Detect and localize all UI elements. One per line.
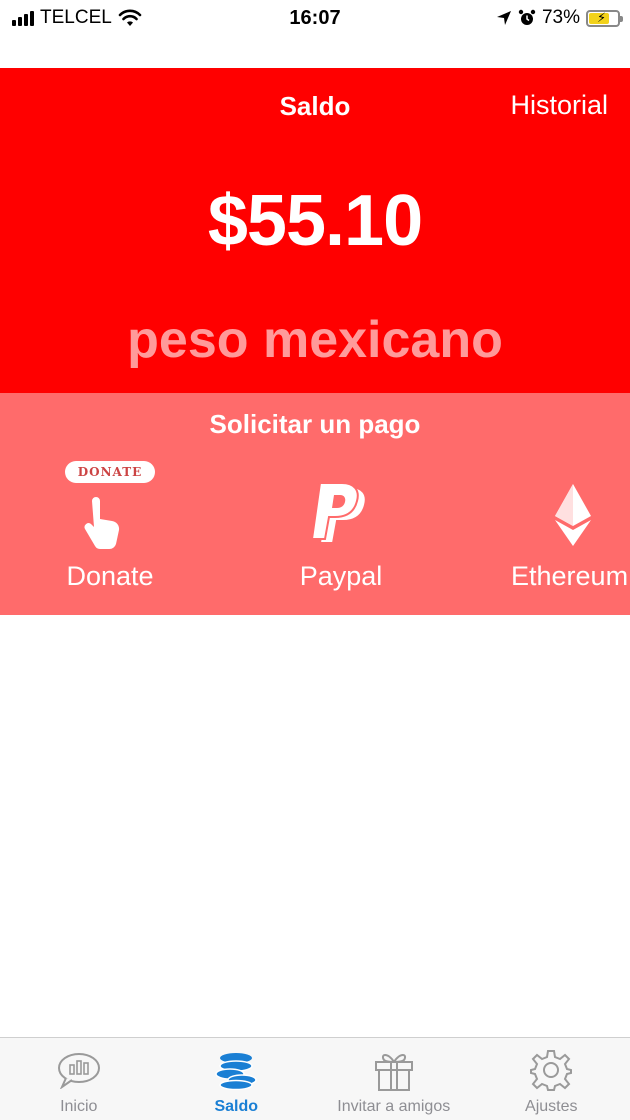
battery-icon: ⚡ <box>586 9 623 27</box>
tab-saldo-label: Saldo <box>214 1098 259 1115</box>
balance-amount: $55.10 <box>207 181 423 261</box>
status-bar: TELCEL 16:07 73% ⚡ <box>0 0 630 36</box>
balance-panel: Saldo Historial $55.10 peso mexicano <box>0 68 630 393</box>
coins-icon <box>213 1048 259 1092</box>
tab-invitar-a-amigos[interactable]: Invitar a amigos <box>315 1038 473 1120</box>
tab-inicio-label: Inicio <box>60 1098 98 1115</box>
history-button[interactable]: Historial <box>510 90 608 121</box>
tab-bar: Inicio Saldo Invitar a amigos Ajustes <box>0 1037 630 1120</box>
tab-ajustes-label: Ajustes <box>525 1098 578 1115</box>
donate-label: Donate <box>66 561 154 591</box>
chart-bubble-icon <box>56 1048 102 1092</box>
paypal-label: Paypal <box>299 561 383 591</box>
location-arrow-icon <box>496 11 511 25</box>
tab-inicio[interactable]: Inicio <box>0 1038 158 1120</box>
ethereum-icon <box>511 479 630 551</box>
ethereum-label: Ethereum <box>511 561 629 591</box>
alarm-icon <box>518 9 536 25</box>
request-payment-panel: Solicitar un pago DONATE Donate Paypal E… <box>0 393 630 615</box>
gear-icon <box>529 1048 573 1092</box>
paypal-method-button[interactable]: Paypal <box>251 479 431 592</box>
paypal-icon <box>251 479 431 551</box>
request-payment-title: Solicitar un pago <box>209 409 421 439</box>
donate-badge: DONATE <box>65 461 155 483</box>
wifi-icon <box>118 9 142 26</box>
cellular-signal-icon <box>12 10 34 26</box>
tab-ajustes[interactable]: Ajustes <box>473 1038 630 1120</box>
battery-percent: 73% <box>541 7 580 28</box>
status-right: 73% ⚡ <box>496 7 623 29</box>
ethereum-method-button[interactable]: Ethereum <box>482 479 630 592</box>
screen: TELCEL 16:07 73% ⚡ Saldo Historial $55.1… <box>0 0 630 1120</box>
status-left: TELCEL <box>12 7 142 29</box>
tab-invitar-label: Invitar a amigos <box>337 1098 451 1115</box>
carrier-name: TELCEL <box>40 7 112 28</box>
donate-hand-icon: DONATE <box>20 461 200 551</box>
currency-name: peso mexicano <box>127 311 503 369</box>
gift-icon <box>372 1048 416 1092</box>
tab-saldo[interactable]: Saldo <box>158 1038 316 1120</box>
donate-method-button[interactable]: DONATE Donate <box>20 461 200 592</box>
